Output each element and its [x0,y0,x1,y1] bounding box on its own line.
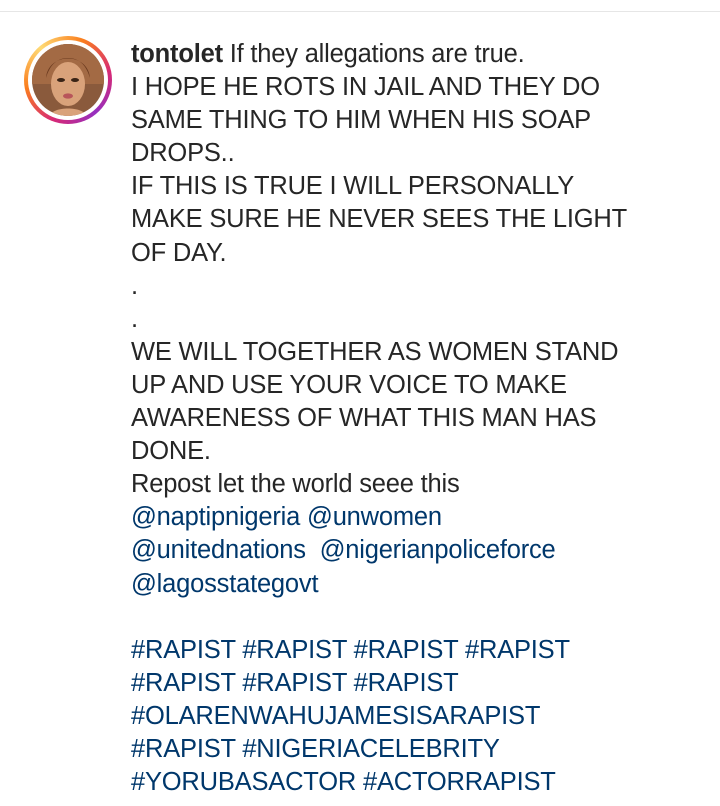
mention-line: @unitednations @nigerianpoliceforce [131,534,711,567]
hashtag-line: #RAPIST #RAPIST #RAPIST #RAPIST [131,634,711,667]
hashtag-line: #OLARENWAHUJAMESISARAPIST [131,700,711,733]
avatar[interactable] [32,44,104,116]
username-link[interactable]: tontolet [131,40,223,68]
caption-line: tontolet If they allegations are true. [131,38,711,71]
caption-line: . [131,271,138,300]
caption-line: SAME THING TO HIM WHEN HIS SOAP [131,106,591,135]
caption-line: OF DAY. [131,238,227,267]
caption-line: I HOPE HE ROTS IN JAIL AND THEY DO [131,73,600,102]
caption-text: If they allegations are true. [229,40,525,68]
mention-line: @lagosstategovt [131,568,711,601]
hashtag-link[interactable]: #YORUBASACTOR [131,768,356,796]
hashtag-link[interactable]: #RAPIST [242,669,347,697]
mention-link[interactable]: @unwomen [307,503,442,531]
caption-line: . [131,304,138,333]
hashtag-link[interactable]: #NIGERIACELEBRITY [242,735,500,763]
mention-line: @naptipnigeria @unwomen [131,501,711,534]
story-ring[interactable] [24,36,112,124]
caption-line: MAKE SURE HE NEVER SEES THE LIGHT [131,205,627,234]
hashtag-link[interactable]: #ACTORRAPIST [363,768,556,796]
hashtag-link[interactable]: #RAPIST [131,636,236,664]
mention-link[interactable]: @naptipnigeria [131,503,300,531]
hashtag-link[interactable]: #RAPIST [131,669,236,697]
post-caption: tontolet If they allegations are true. I… [131,38,711,799]
caption-line: IF THIS IS TRUE I WILL PERSONALLY [131,172,575,201]
hashtag-line: #YORUBASACTOR #ACTORRAPIST [131,766,711,799]
hashtag-link[interactable]: #RAPIST [465,636,570,664]
caption-line: DROPS.. [131,139,235,168]
hashtag-link[interactable]: #OLARENWAHUJAMESISARAPIST [131,702,540,730]
caption-line: WE WILL TOGETHER AS WOMEN STAND [131,337,619,366]
avatar-image [32,44,104,116]
hashtag-link[interactable]: #RAPIST [131,735,236,763]
caption-line: DONE. [131,437,211,466]
top-divider [0,11,720,12]
hashtag-link[interactable]: #RAPIST [354,669,459,697]
hashtag-link[interactable]: #RAPIST [242,636,347,664]
mention-link[interactable]: @nigerianpoliceforce [320,536,556,564]
caption-line: Repost let the world seee this [131,470,460,499]
mention-link[interactable]: @lagosstategovt [131,570,319,598]
caption-line: UP AND USE YOUR VOICE TO MAKE [131,370,567,399]
hashtag-line: #RAPIST #RAPIST #RAPIST [131,667,711,700]
hashtag-link[interactable]: #RAPIST [354,636,459,664]
caption-line: AWARENESS OF WHAT THIS MAN HAS [131,404,597,433]
mention-link[interactable]: @unitednations [131,536,306,564]
hashtag-line: #RAPIST #NIGERIACELEBRITY [131,733,711,766]
